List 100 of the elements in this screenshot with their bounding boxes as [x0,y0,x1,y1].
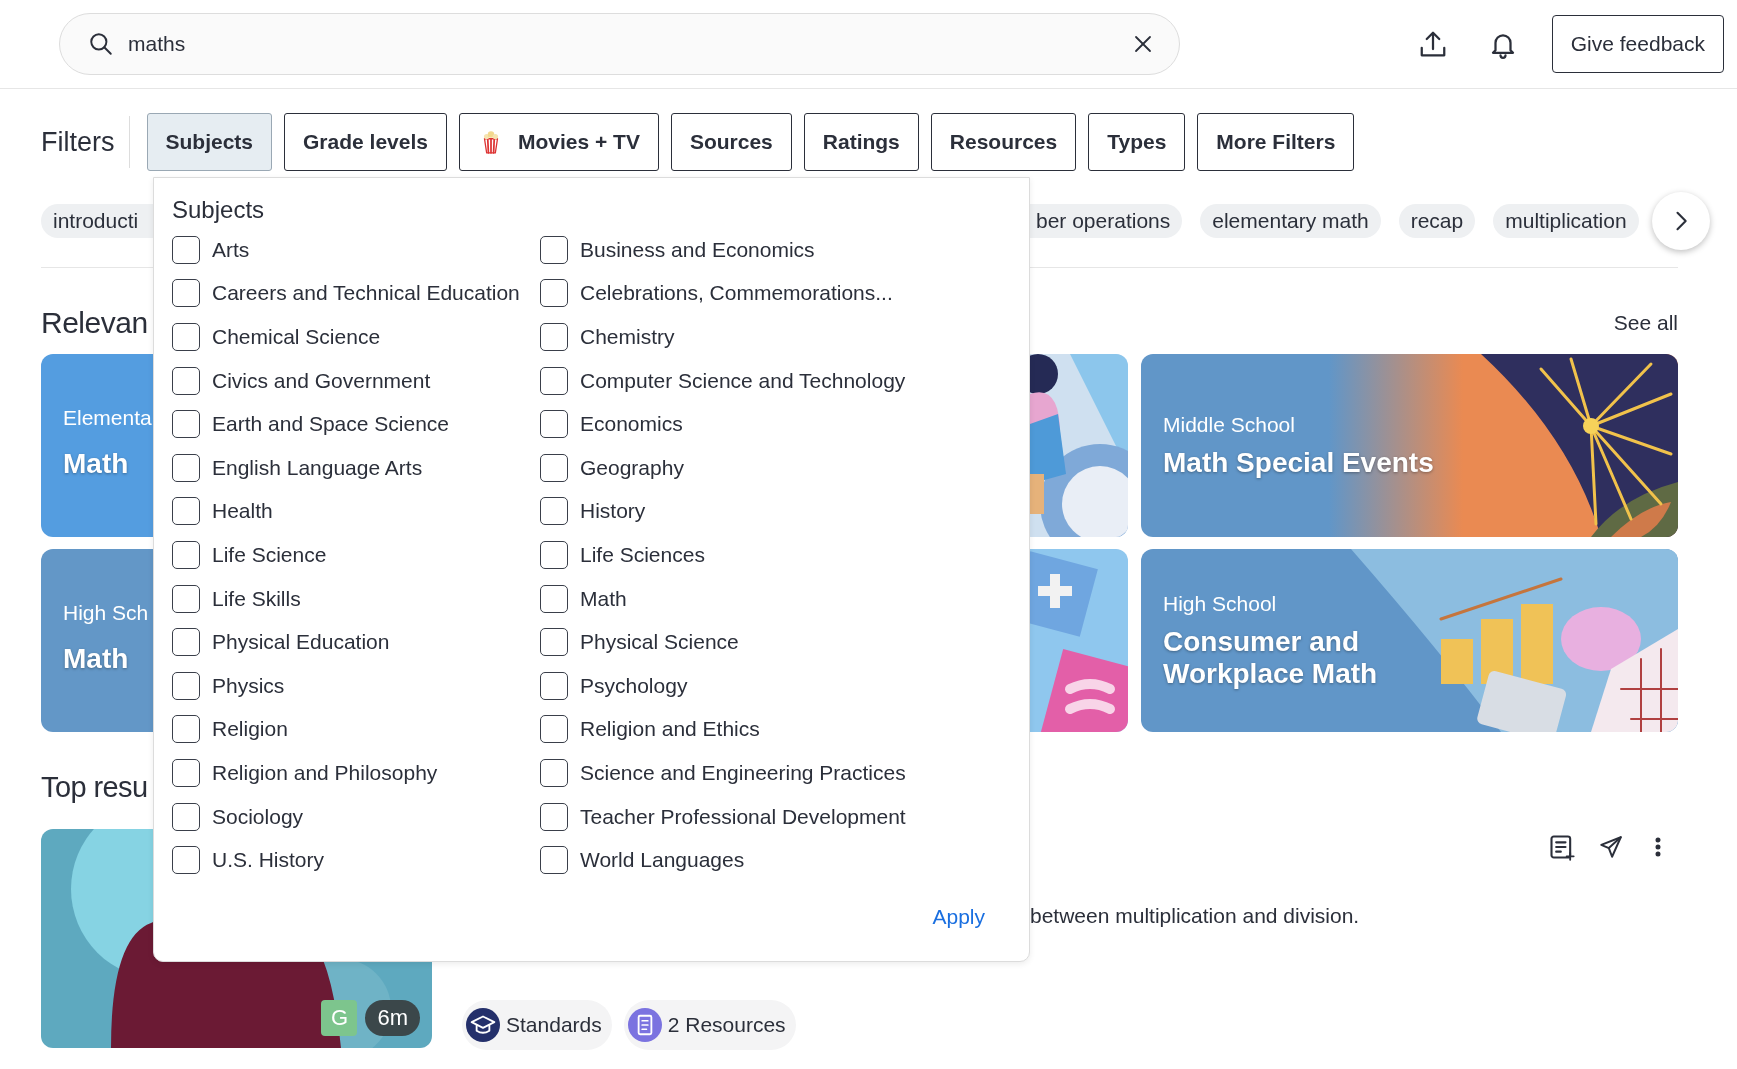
search-field[interactable]: maths [59,13,1180,75]
filter-button[interactable]: Types [1088,113,1186,171]
checkbox-label: Careers and Technical Education [212,281,520,306]
checkbox-label: Economics [580,412,683,437]
checkbox-label: Physical Education [212,630,390,655]
checkbox[interactable] [540,279,568,308]
checkbox[interactable] [172,628,200,657]
filter-button[interactable]: Sources [670,113,792,171]
checkbox-label: Religion [212,717,288,742]
checkbox-label: Life Skills [212,586,301,611]
checkbox[interactable] [172,323,200,351]
tag-chip[interactable]: introducti [41,204,153,238]
checkbox[interactable] [540,715,568,744]
checkbox[interactable] [172,802,200,831]
checkbox[interactable] [172,235,200,264]
info-chip[interactable]: Standards [462,1000,612,1050]
checkbox[interactable] [172,715,200,744]
checkbox[interactable] [172,671,200,700]
checkbox-label: World Languages [580,848,745,873]
checkbox[interactable] [540,410,568,439]
card-subtitle: Middle School [1163,412,1296,437]
send-icon[interactable] [1598,834,1624,860]
checkbox[interactable] [540,497,568,526]
checkbox-label: Earth and Space Science [212,412,449,437]
card-title: Math [63,643,130,675]
checkbox[interactable] [540,540,568,569]
checkbox[interactable] [540,453,568,482]
checkbox[interactable] [540,846,568,875]
checkbox[interactable] [172,540,200,569]
filters-label: Filters [41,126,115,158]
graduation-cap-icon [466,1008,500,1042]
checkbox[interactable] [172,846,200,875]
checkbox[interactable] [172,453,200,482]
card-title: Math [63,448,130,480]
checkbox-label: Civics and Government [212,368,431,393]
grade-badge: G [321,1000,358,1036]
checkbox[interactable] [540,671,568,700]
chip-label: Standards [506,1013,602,1037]
tag-chip[interactable]: recap [1398,204,1476,238]
filter-button[interactable]: More Filters [1197,113,1355,171]
filter-button[interactable]: Grade levels [284,113,447,171]
checkbox-label: Sociology [212,804,304,829]
search-icon [88,31,114,57]
checkbox-label: Chemistry [580,325,675,349]
filter-button[interactable]: Movies + TV [458,113,659,171]
checkbox-label: Celebrations, Commemorations... [580,281,893,306]
dropdown-title: Subjects [172,195,266,225]
checkbox[interactable] [172,497,200,526]
checkbox-label: Geography [580,455,684,480]
document-icon [627,1008,662,1042]
checkbox-label: History [580,499,646,524]
give-feedback-button[interactable]: Give feedback [1551,15,1724,73]
checkbox-label: Teacher Professional Development [580,804,906,829]
card-subtitle: Elementa [63,406,153,430]
checkbox-label: Science and Engineering Practices [580,760,906,785]
checkbox-label: Physical Science [580,630,739,655]
checkbox[interactable] [540,366,568,395]
list-add-icon[interactable] [1548,833,1576,861]
checkbox[interactable] [540,802,568,831]
checkbox[interactable] [540,235,568,264]
filter-button[interactable]: Ratings [803,113,919,171]
checkbox-label: Health [212,499,273,524]
checkbox-label: Business and Economics [580,237,815,262]
checkbox-label: Life Sciences [580,542,705,567]
checkbox[interactable] [172,366,200,395]
chip-label: 2 Resources [667,1013,786,1037]
card-subtitle: High School [1163,591,1278,616]
checkbox[interactable] [540,758,568,787]
checkbox[interactable] [172,279,200,308]
checkbox-label: Computer Science and Technology [580,368,906,393]
checkbox-label: Religion and Philosophy [212,760,438,785]
checkbox-label: Arts [212,237,250,262]
tag-chip[interactable]: ber operations [1030,204,1183,238]
filter-button[interactable]: Resources [930,113,1077,171]
result-description: between multiplication and division. [1030,903,1361,929]
checkbox-label: Math [580,586,627,611]
checkbox[interactable] [172,584,200,613]
checkbox-label: Physics [212,673,285,698]
card-subtitle: High Sch [63,601,150,625]
checkbox[interactable] [540,628,568,657]
filter-button[interactable]: Subjects [146,113,273,171]
tag-chip[interactable]: multiplication [1493,204,1639,238]
tag-chip[interactable]: elementary math [1200,204,1381,238]
checkbox[interactable] [172,410,200,439]
info-chip[interactable]: 2 Resources [623,1000,796,1050]
checkbox[interactable] [540,323,568,351]
checkbox-label: Religion and Ethics [580,717,760,742]
section-heading: Top resu [41,770,148,805]
checkbox[interactable] [172,758,200,787]
search-input[interactable]: maths [126,31,1119,57]
checkbox-label: English Language Arts [212,455,423,480]
checkbox-label: Psychology [580,673,688,698]
see-all-link[interactable]: See all [1613,311,1678,335]
checkbox-label: U.S. History [212,848,324,873]
checkbox[interactable] [540,584,568,613]
apply-button[interactable]: Apply [932,904,985,929]
card-title: Math Special Events [1163,446,1435,479]
card-title: Consumer and Workplace Math [1163,625,1379,690]
checkbox-label: Life Science [212,542,327,567]
section-heading: Relevan [41,306,148,340]
